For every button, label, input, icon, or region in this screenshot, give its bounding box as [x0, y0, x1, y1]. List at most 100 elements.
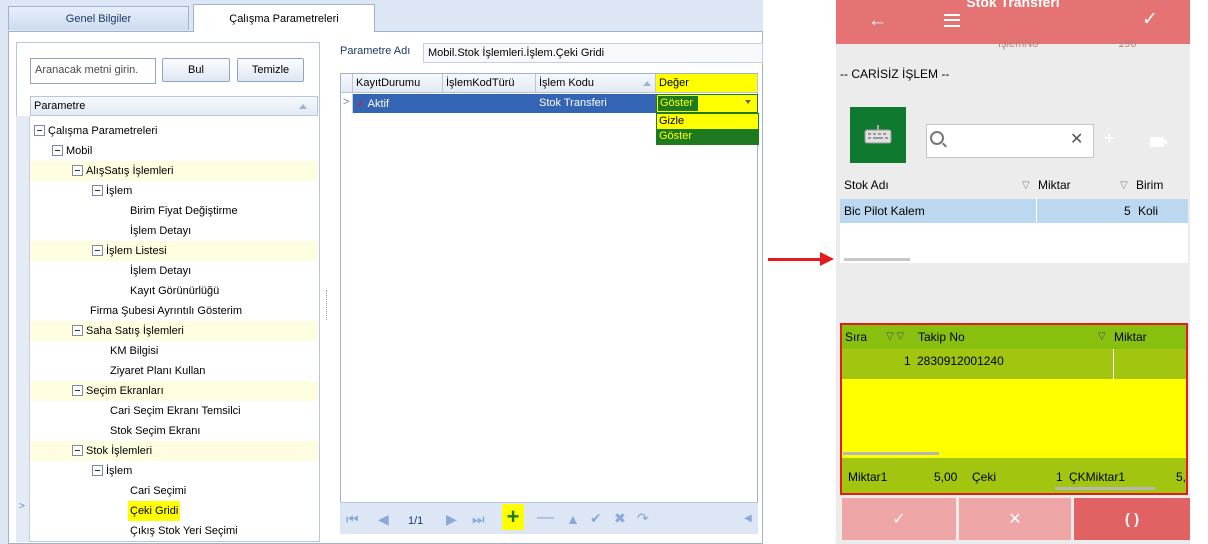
cell-deger-select[interactable]: Göster: [656, 94, 758, 113]
save-record-icon[interactable]: ✔: [590, 511, 602, 525]
confirm-check-icon[interactable]: ✓: [1142, 8, 1158, 31]
delete-button[interactable]: ✕: [959, 498, 1071, 540]
tree-row[interactable]: İşlem Listesi: [30, 241, 318, 261]
collapse-icon[interactable]: [72, 384, 83, 396]
ckmiktar1-label: ÇKMiktar1: [1069, 470, 1126, 484]
tree-column-header[interactable]: Parametre: [30, 96, 318, 116]
collapse-icon[interactable]: [72, 444, 83, 456]
cell-kayitdurumu[interactable]: ✓ Aktif: [353, 94, 443, 113]
tree-row[interactable]: Mobil: [30, 141, 318, 161]
ceki-row[interactable]: 1 2830912001240: [842, 349, 1186, 379]
tree-row[interactable]: İşlem Detayı: [30, 221, 318, 241]
tree-node-label: Cari Seçim Ekranı Temsilci: [110, 405, 241, 417]
tree-row[interactable]: İşlem: [30, 461, 318, 481]
first-record-icon[interactable]: ⏮: [346, 512, 359, 526]
col-header-birim[interactable]: Birim: [1136, 178, 1163, 192]
tree-node-label: Çeki Gridi: [128, 501, 181, 521]
tree-row[interactable]: Çıkış Stok Yeri Seçimi: [30, 521, 318, 540]
collapse-icon[interactable]: [92, 464, 103, 476]
horizontal-scrollbar[interactable]: [844, 258, 910, 261]
col-header-deger[interactable]: Değer: [656, 74, 758, 93]
find-button[interactable]: Bul: [162, 58, 230, 82]
col-header-islemkodu[interactable]: İşlem Kodu: [536, 74, 656, 93]
tree-node-label: Saha Satış İşlemleri: [86, 325, 184, 337]
edit-record-icon[interactable]: ▲: [566, 512, 580, 526]
col-header-takip-no[interactable]: Takip No: [918, 330, 965, 344]
tree-row[interactable]: Kayıt Görünürlüğü: [30, 281, 318, 301]
last-record-icon[interactable]: ⏭: [472, 512, 485, 526]
cell-islemkodturu[interactable]: [443, 94, 536, 113]
hamburger-menu-icon[interactable]: [944, 14, 960, 27]
tree-row[interactable]: Birim Fiyat Değiştirme: [30, 201, 318, 221]
filter-icon[interactable]: ▽: [1022, 180, 1030, 191]
dropdown-option-goster[interactable]: Göster: [657, 129, 758, 144]
col-header-miktar[interactable]: Miktar: [1114, 330, 1147, 344]
keyboard-button[interactable]: [850, 107, 906, 163]
approve-button[interactable]: ✓: [842, 498, 956, 540]
cancel-edit-icon[interactable]: ✖: [614, 511, 626, 525]
search-icon: [930, 131, 944, 145]
tree-row[interactable]: Çalışma Parametreleri: [30, 121, 318, 141]
tree-node-label: Birim Fiyat Değiştirme: [130, 205, 238, 217]
tab-calisma-parametreleri[interactable]: Çalışma Parametreleri: [193, 4, 375, 32]
add-record-button[interactable]: +: [502, 504, 524, 530]
add-icon[interactable]: +: [1104, 128, 1115, 149]
refresh-icon[interactable]: ↷: [637, 511, 649, 525]
col-header-sira[interactable]: Sıra: [845, 330, 867, 344]
tree-row[interactable]: KM Bilgisi: [30, 341, 318, 361]
tab-genel-bilgiler[interactable]: Genel Bilgiler: [8, 6, 189, 30]
miktar1-value: 5,00: [934, 470, 958, 484]
tree-row[interactable]: Seçim Ekranları: [30, 381, 318, 401]
collapse-icon[interactable]: [34, 124, 45, 136]
cell-islemkodu[interactable]: Stok Transferi: [536, 94, 656, 113]
tree-row[interactable]: AlışSatış İşlemleri: [30, 161, 318, 181]
filter-icon[interactable]: ▽: [1098, 331, 1106, 342]
next-record-icon[interactable]: ▶: [446, 512, 457, 526]
tree-node-label: Çıkış Stok Yeri Seçimi: [130, 525, 238, 537]
delete-record-icon[interactable]: —: [537, 508, 554, 525]
filter-icon[interactable]: ▽ ▽: [886, 331, 904, 342]
camera-icon[interactable]: [1150, 137, 1167, 147]
search-input[interactable]: Aranacak metni girin.: [30, 58, 156, 84]
collapse-icon[interactable]: [92, 244, 103, 256]
stok-row[interactable]: Bic Pilot Kalem 5 Koli: [840, 199, 1188, 223]
col-header-islemkodturu[interactable]: İşlemKodTürü: [443, 74, 536, 93]
horizontal-scrollbar[interactable]: [843, 452, 939, 455]
tree-row[interactable]: Stok Seçim Ekranı: [30, 421, 318, 441]
col-header-miktar[interactable]: Miktar: [1038, 178, 1071, 192]
clear-button[interactable]: Temizle: [237, 58, 304, 82]
collapse-icon[interactable]: [72, 324, 83, 336]
collapse-icon[interactable]: [52, 144, 63, 156]
col-header-kayitdurumu[interactable]: KayıtDurumu: [353, 74, 443, 93]
tree-node: İşlem Listesi: [92, 241, 167, 261]
pager-text: 1/1: [408, 515, 424, 527]
back-arrow-icon[interactable]: ←: [868, 11, 887, 30]
mobile-search-input[interactable]: [926, 124, 1094, 158]
col-header-stok-adi[interactable]: Stok Adı: [844, 178, 889, 192]
tree-row[interactable]: Cari Seçim Ekranı Temsilci: [30, 401, 318, 421]
horizontal-scrollbar[interactable]: [1055, 487, 1155, 490]
collapse-icon[interactable]: [72, 164, 83, 176]
scroll-left-icon[interactable]: ◀: [744, 513, 752, 524]
tree-row[interactable]: Stok İşlemleri: [30, 441, 318, 461]
pane-splitter[interactable]: [326, 290, 330, 320]
collapse-icon[interactable]: [92, 184, 103, 196]
grid-indicator-header: [341, 74, 353, 93]
brackets-button[interactable]: ( ): [1074, 498, 1190, 540]
tree-row[interactable]: Cari Seçimi: [30, 481, 318, 501]
tree-row-selected[interactable]: Çeki Gridi: [30, 501, 318, 521]
tree-row[interactable]: Ziyaret Planı Kullan: [30, 361, 318, 381]
tree-node-label: Seçim Ekranları: [86, 385, 164, 397]
dropdown-option-gizle[interactable]: Gizle: [657, 114, 758, 129]
filter-icon[interactable]: ▽: [1120, 180, 1128, 191]
tree-row[interactable]: İşlem: [30, 181, 318, 201]
tree-row[interactable]: Firma Şubesi Ayrıntılı Gösterim: [30, 301, 318, 321]
tree-row[interactable]: İşlem Detayı: [30, 261, 318, 281]
ceki-grid-header: Sıra ▽ ▽ Takip No ▽ Miktar: [842, 325, 1186, 349]
tree-row[interactable]: Saha Satış İşlemleri: [30, 321, 318, 341]
islemno-value: 196: [1118, 38, 1137, 50]
prev-record-icon[interactable]: ◀: [378, 512, 389, 526]
chevron-down-icon[interactable]: [745, 100, 751, 104]
sort-up-icon: [643, 81, 651, 86]
clear-search-icon[interactable]: ✕: [1070, 129, 1083, 149]
